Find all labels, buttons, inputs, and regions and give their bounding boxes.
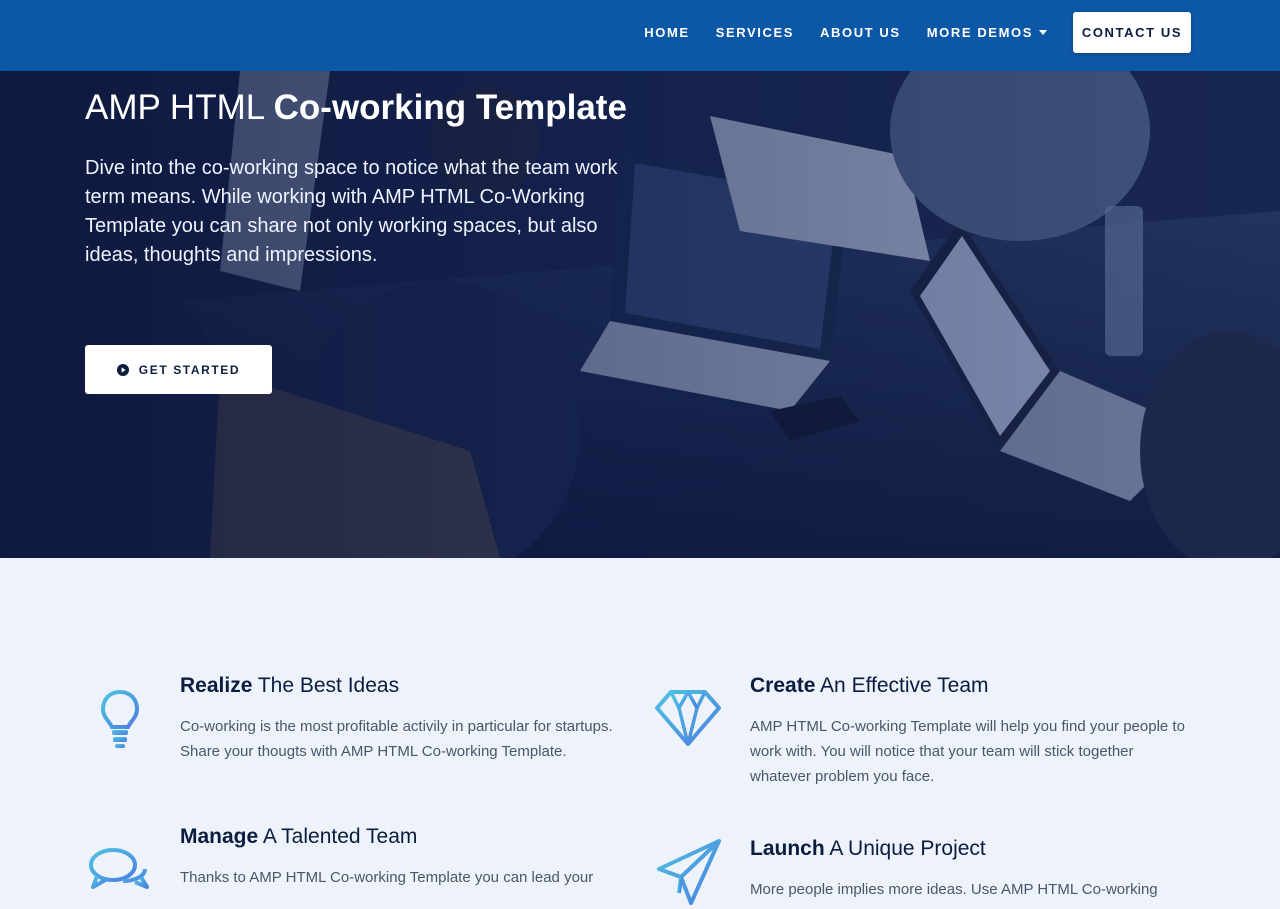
feature-title-bold: Launch bbox=[750, 837, 825, 860]
nav-about-us-link[interactable]: ABOUT US bbox=[820, 25, 901, 40]
feature-launch: Launch A Unique Project More people impl… bbox=[657, 837, 1190, 905]
feature-realize: Realize The Best Ideas Co-working is the… bbox=[100, 674, 620, 764]
nav-more-demos-label: MORE DEMOS bbox=[926, 25, 1033, 40]
feature-create: Create An Effective Team AMP HTML Co-wor… bbox=[655, 674, 1190, 789]
nav-more-demos-dropdown[interactable]: MORE DEMOS bbox=[927, 25, 1047, 40]
paper-plane-icon bbox=[657, 839, 721, 905]
nav-links: HOME SERVICES ABOUT US MORE DEMOS CONTAC… bbox=[644, 12, 1191, 53]
play-circle-icon bbox=[116, 363, 129, 376]
top-navbar: HOME SERVICES ABOUT US MORE DEMOS CONTAC… bbox=[0, 0, 1280, 71]
feature-manage: Manage A Talented Team Thanks to AMP HTM… bbox=[89, 825, 620, 890]
feature-title-bold: Realize bbox=[180, 674, 253, 697]
hero-title-light: AMP HTML bbox=[85, 88, 274, 127]
diamond-icon bbox=[655, 690, 721, 746]
feature-title: Realize The Best Ideas bbox=[180, 674, 620, 698]
feature-description: AMP HTML Co-working Template will help y… bbox=[750, 718, 1185, 785]
hero-section: AMP HTML Co-working Template Dive into t… bbox=[0, 71, 1280, 558]
feature-title: Launch A Unique Project bbox=[750, 837, 1190, 861]
feature-title-bold: Create bbox=[750, 674, 816, 697]
feature-description: Co-working is the most profitable activi… bbox=[180, 718, 613, 760]
hero-title: AMP HTML Co-working Template bbox=[85, 88, 645, 128]
feature-title-light: The Best Ideas bbox=[252, 674, 400, 697]
chat-bubbles-icon bbox=[89, 848, 149, 889]
nav-home-link[interactable]: HOME bbox=[644, 25, 689, 40]
feature-title: Manage A Talented Team bbox=[180, 825, 620, 849]
get-started-button[interactable]: GET STARTED bbox=[85, 345, 272, 394]
features-section: Realize The Best Ideas Co-working is the… bbox=[0, 558, 1280, 905]
caret-down-icon bbox=[1039, 30, 1047, 35]
contact-us-button[interactable]: CONTACT US bbox=[1073, 12, 1191, 53]
feature-title: Create An Effective Team bbox=[750, 674, 1190, 698]
hero-title-bold: Co-working Template bbox=[273, 88, 627, 127]
nav-services-link[interactable]: SERVICES bbox=[716, 25, 794, 40]
feature-title-light: An Effective Team bbox=[815, 674, 989, 697]
hero-content: AMP HTML Co-working Template Dive into t… bbox=[85, 88, 645, 394]
feature-title-bold: Manage bbox=[180, 825, 259, 848]
get-started-label: GET STARTED bbox=[138, 362, 241, 377]
hero-description: Dive into the co-working space to notice… bbox=[85, 156, 618, 266]
feature-description: More people implies more ideas. Use AMP … bbox=[750, 881, 1158, 898]
feature-title-light: A Unique Project bbox=[824, 837, 986, 860]
feature-title-light: A Talented Team bbox=[258, 825, 418, 848]
feature-description: Thanks to AMP HTML Co-working Template y… bbox=[180, 869, 594, 886]
lightbulb-icon bbox=[100, 689, 140, 748]
